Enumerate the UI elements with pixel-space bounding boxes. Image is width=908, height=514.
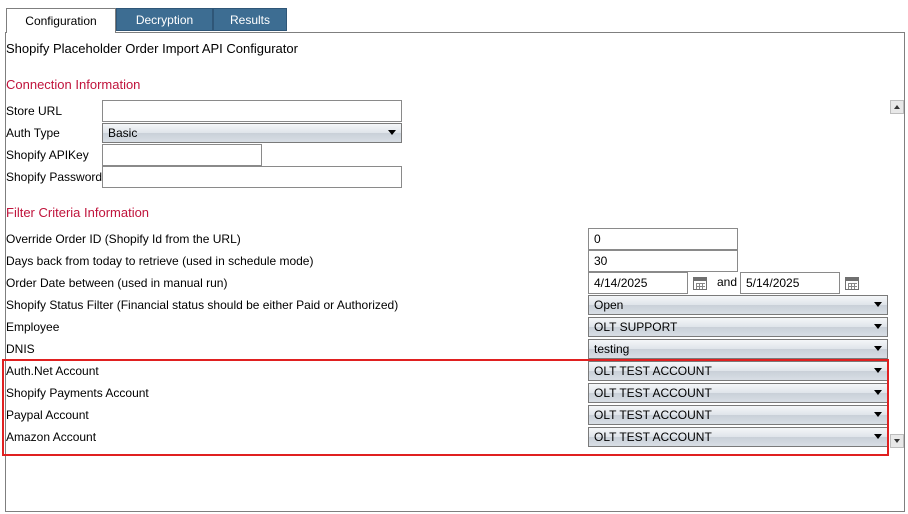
filter-heading: Filter Criteria Information <box>6 205 150 220</box>
highlight-box <box>2 359 889 456</box>
connection-heading: Connection Information <box>6 77 141 92</box>
order-date-label: Order Date between (used in manual run) <box>6 276 228 290</box>
employee-select[interactable]: OLT SUPPORT <box>588 317 888 337</box>
chevron-down-icon <box>388 130 396 135</box>
override-order-label: Override Order ID (Shopify Id from the U… <box>6 232 241 246</box>
store-url-label: Store URL <box>6 104 63 118</box>
employee-value: OLT SUPPORT <box>594 320 678 334</box>
override-order-input[interactable]: 0 <box>588 228 738 250</box>
days-back-label: Days back from today to retrieve (used i… <box>6 254 314 268</box>
scroll-down-button[interactable] <box>890 434 904 448</box>
date-from-input[interactable]: 4/14/2025 <box>588 272 688 294</box>
scroll-up-button[interactable] <box>890 100 904 114</box>
chevron-down-icon <box>874 346 882 351</box>
auth-type-label: Auth Type <box>6 126 60 140</box>
vertical-scrollbar[interactable] <box>889 100 904 450</box>
store-url-input[interactable] <box>102 100 402 122</box>
tab-configuration[interactable]: Configuration <box>6 8 116 33</box>
dnis-select[interactable]: testing <box>588 339 888 359</box>
status-filter-label: Shopify Status Filter (Financial status … <box>6 298 399 312</box>
employee-label: Employee <box>6 320 60 334</box>
chevron-down-icon <box>874 302 882 307</box>
api-key-label: Shopify APIKey <box>6 148 89 162</box>
status-filter-select[interactable]: Open <box>588 295 888 315</box>
api-key-input[interactable] <box>102 144 262 166</box>
calendar-icon[interactable] <box>845 277 859 290</box>
auth-type-value: Basic <box>108 126 138 140</box>
date-to-input[interactable]: 5/14/2025 <box>740 272 840 294</box>
password-label: Shopify Password <box>6 170 103 184</box>
tab-decryption[interactable]: Decryption <box>116 8 213 31</box>
and-label: and <box>717 275 738 289</box>
page-title: Shopify Placeholder Order Import API Con… <box>6 41 298 56</box>
chevron-down-icon <box>874 324 882 329</box>
status-filter-value: Open <box>594 298 624 312</box>
dnis-label: DNIS <box>6 342 35 356</box>
triangle-up-icon <box>894 105 900 109</box>
auth-type-select[interactable]: Basic <box>102 123 402 143</box>
tab-results[interactable]: Results <box>213 8 287 31</box>
dnis-value: testing <box>594 342 630 356</box>
triangle-down-icon <box>894 439 900 443</box>
password-input[interactable] <box>102 166 402 188</box>
calendar-icon[interactable] <box>693 277 707 290</box>
days-back-input[interactable]: 30 <box>588 250 738 272</box>
